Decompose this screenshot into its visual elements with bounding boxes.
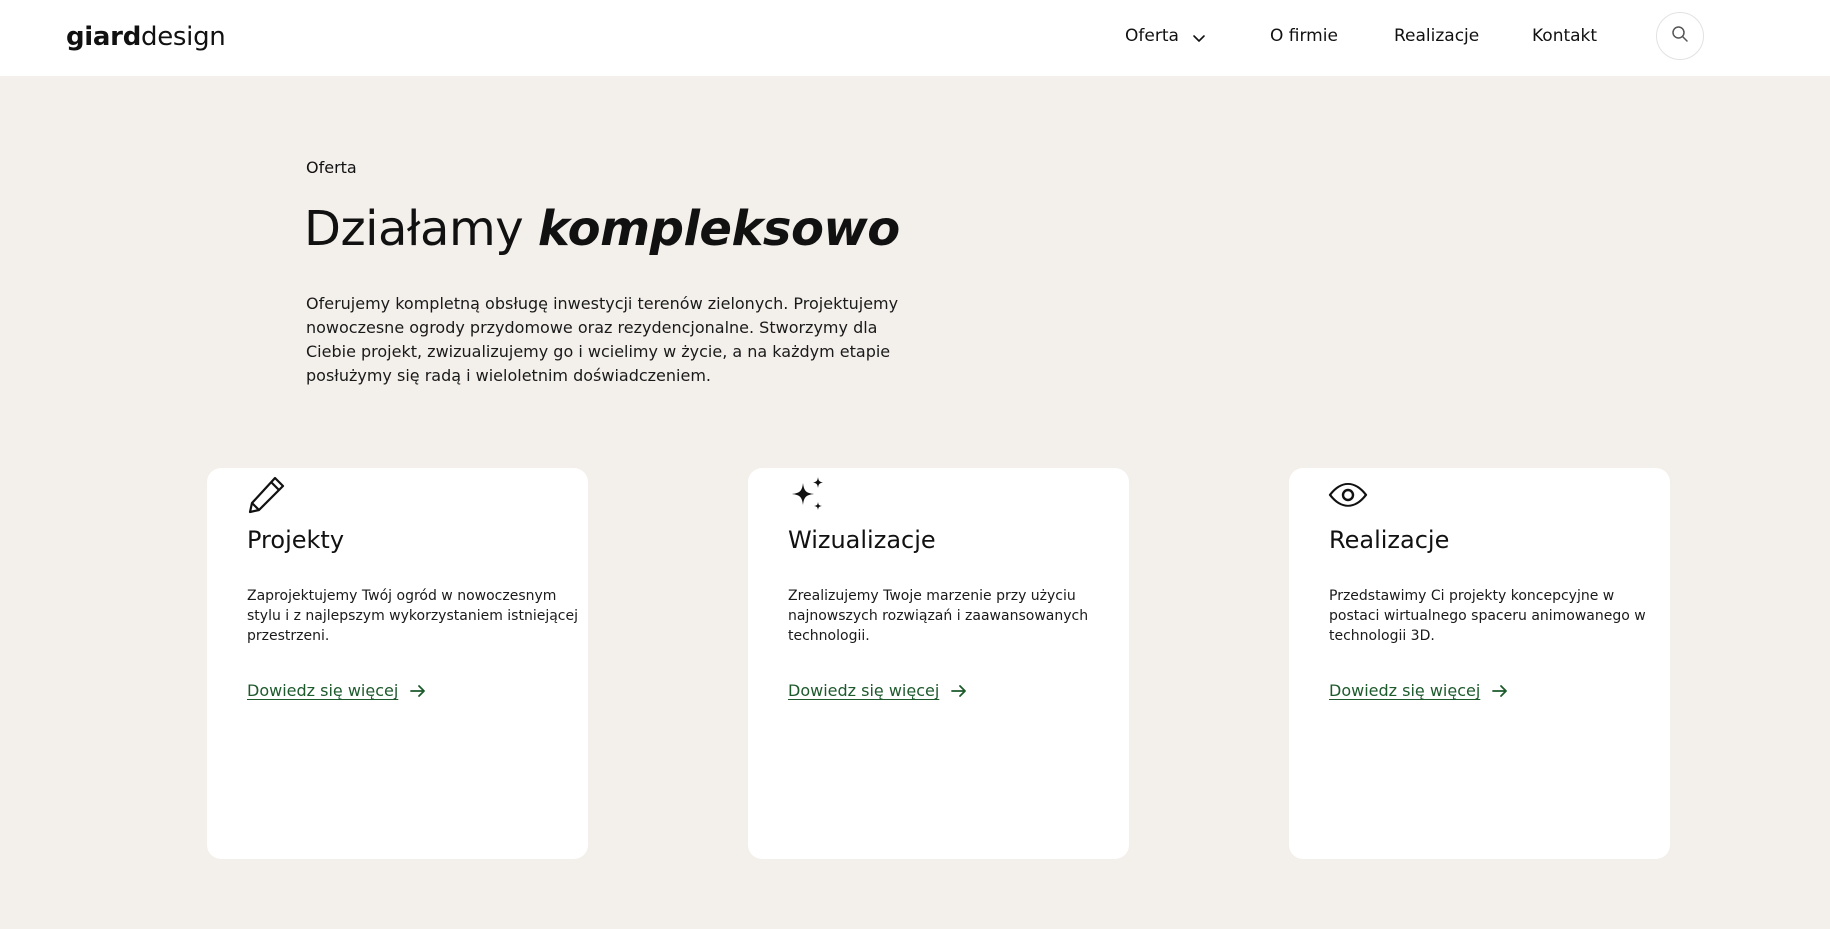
section-eyebrow: Oferta [306,158,357,177]
eye-icon [1328,475,1368,515]
card-description: Zaprojektujemy Twój ogród w nowoczesnym … [247,588,579,644]
page-title: Działamy kompleksowo [304,197,900,261]
card-title: Projekty [247,526,345,554]
arrow-right-icon [408,681,428,701]
pencil-icon [246,475,286,515]
logo-light-part: design [141,22,226,52]
learn-more-label: Dowiedz się więcej [247,681,399,700]
search-button[interactable] [1656,12,1704,60]
hero-description: Oferujemy kompletną obsługę inwestycji t… [306,294,899,385]
logo[interactable]: giarddesign [66,20,226,54]
card-title: Realizacje [1329,526,1450,554]
chevron-down-icon [1191,28,1207,44]
nav-item-oferta[interactable]: Oferta [1125,23,1207,49]
nav-item-oferta-label: Oferta [1125,26,1179,46]
site-header: giarddesign Oferta O firmie Realizacje K… [0,0,1830,76]
learn-more-label: Dowiedz się więcej [788,681,940,700]
nav-item-o-firmie[interactable]: O firmie [1270,23,1338,49]
service-card-realizacje: Realizacje Przedstawimy Ci projekty konc… [1289,468,1670,859]
page-title-emphasis: kompleksowo [537,201,900,257]
service-card-wizualizacje: Wizualizacje Zrealizujemy Twoje marzenie… [748,468,1129,859]
arrow-right-icon [1490,681,1510,701]
arrow-right-icon [949,681,969,701]
page-title-regular: Działamy [304,201,524,257]
sparkles-icon [787,475,827,515]
card-description: Przedstawimy Ci projekty koncepcyjne w p… [1329,588,1646,644]
nav-item-realizacje[interactable]: Realizacje [1394,23,1479,49]
learn-more-label: Dowiedz się więcej [1329,681,1481,700]
card-title: Wizualizacje [788,526,936,554]
search-icon [1671,25,1689,47]
learn-more-link[interactable]: Dowiedz się więcej [1329,680,1510,702]
learn-more-link[interactable]: Dowiedz się więcej [788,680,969,702]
nav-item-kontakt[interactable]: Kontakt [1532,23,1597,49]
logo-bold-part: giard [66,22,142,52]
learn-more-link[interactable]: Dowiedz się więcej [247,680,428,702]
service-card-projekty: Projekty Zaprojektujemy Twój ogród w now… [207,468,588,859]
card-description: Zrealizujemy Twoje marzenie przy użyciu … [788,588,1089,644]
